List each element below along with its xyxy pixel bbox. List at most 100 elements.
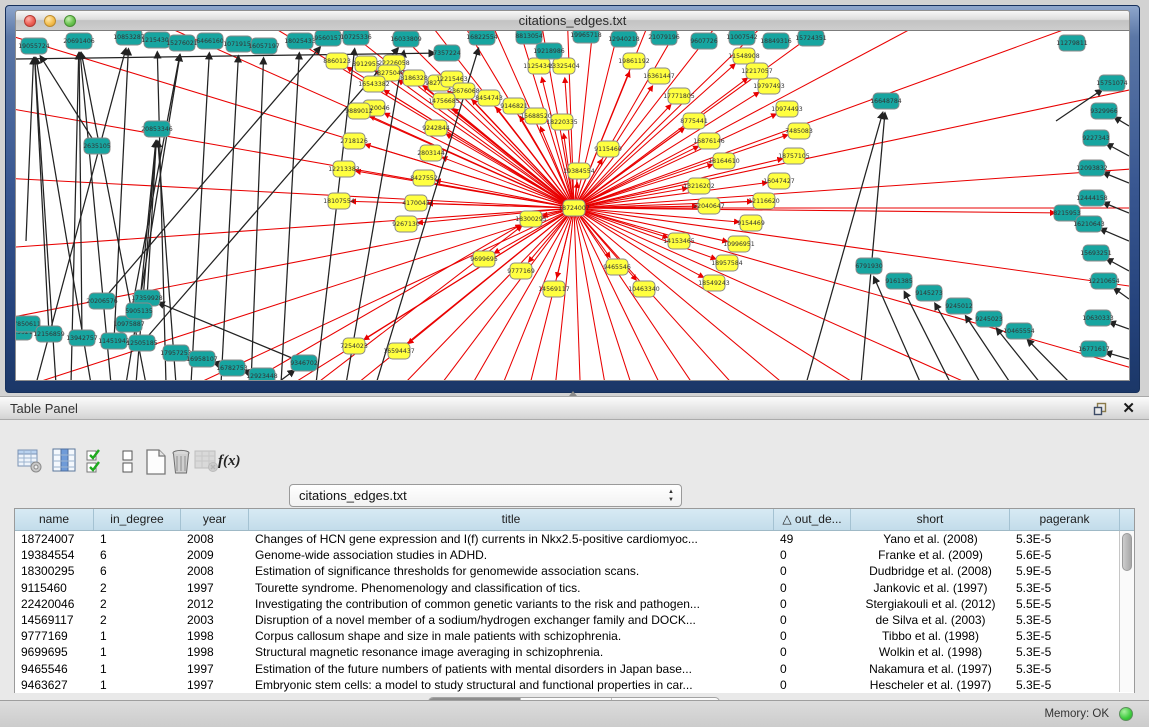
- graph-node[interactable]: 18164610: [708, 153, 740, 169]
- graph-node[interactable]: 9777169: [507, 263, 535, 279]
- column-header-name[interactable]: name: [15, 509, 94, 530]
- graph-node[interactable]: 16047427: [763, 173, 795, 189]
- graph-node[interactable]: 11007542: [726, 31, 758, 45]
- graph-node[interactable]: 11548908: [728, 48, 760, 64]
- graph-node[interactable]: 16361447: [643, 68, 675, 84]
- graph-node[interactable]: 20206576: [86, 293, 118, 309]
- graph-node[interactable]: 16057197: [248, 38, 280, 54]
- new-table-icon[interactable]: [144, 448, 168, 478]
- graph-node[interactable]: 16771617: [1078, 341, 1110, 357]
- graph-node[interactable]: 21079196: [648, 31, 680, 45]
- table-row[interactable]: 1938455462009Genome-wide association stu…: [15, 547, 1134, 563]
- graph-node[interactable]: 8454743: [475, 90, 503, 106]
- graph-node[interactable]: 9115460: [594, 141, 622, 157]
- graph-node[interactable]: 18220335: [546, 114, 578, 130]
- graph-node[interactable]: 9161385: [885, 273, 913, 289]
- graph-node[interactable]: 12940218: [608, 31, 640, 47]
- graph-node[interactable]: 18549243: [698, 275, 730, 291]
- graph-node[interactable]: 10853287: [113, 31, 145, 45]
- table-row[interactable]: 946554611997Estimation of the future num…: [15, 661, 1134, 677]
- graph-node[interactable]: 18957584: [711, 255, 743, 271]
- graph-node[interactable]: 8186328: [400, 70, 428, 86]
- graph-node[interactable]: 19055724: [18, 38, 50, 54]
- graph-node[interactable]: 15693251: [1080, 245, 1112, 261]
- graph-node[interactable]: 9346702: [290, 355, 318, 371]
- graph-node[interactable]: 2718126: [340, 133, 368, 149]
- graph-node[interactable]: 5905135: [125, 303, 153, 319]
- column-header-in_degree[interactable]: in_degree: [94, 509, 181, 530]
- graph-node[interactable]: 18757105: [778, 148, 810, 164]
- network-canvas[interactable]: 1872400788601238912955222260581827504816…: [15, 31, 1130, 381]
- graph-node[interactable]: 7357224: [433, 45, 461, 61]
- graph-node[interactable]: 18300295: [515, 211, 547, 227]
- graph-node[interactable]: 15724351: [795, 31, 827, 46]
- graph-node[interactable]: 6466160: [196, 33, 224, 49]
- graph-node[interactable]: 9607726: [690, 33, 718, 49]
- column-header-out_degree[interactable]: △ out_de...: [774, 509, 851, 530]
- graph-node[interactable]: 9245012: [945, 298, 973, 314]
- graph-node[interactable]: 7485083: [785, 123, 813, 139]
- graph-node[interactable]: 9267130: [392, 216, 420, 232]
- graph-node[interactable]: 9465546: [603, 259, 631, 275]
- graph-node[interactable]: 9146821: [500, 98, 528, 114]
- graph-node[interactable]: 12213383: [328, 161, 360, 177]
- graph-node[interactable]: 8813054: [515, 31, 543, 44]
- column-header-year[interactable]: year: [181, 509, 249, 530]
- graph-node[interactable]: 10465554: [1003, 323, 1035, 339]
- graph-node[interactable]: 9242844: [422, 120, 450, 136]
- graph-node[interactable]: 9245023: [975, 311, 1003, 327]
- graph-node[interactable]: 8427552: [410, 170, 438, 186]
- graph-node[interactable]: 9560157: [314, 31, 342, 46]
- column-header-short[interactable]: short: [851, 509, 1010, 530]
- graph-node[interactable]: 16648784: [870, 93, 902, 109]
- table-row[interactable]: 969969511998Structural magnetic resonanc…: [15, 644, 1134, 660]
- destroy-table-icon[interactable]: [194, 448, 220, 478]
- scrollbar-thumb[interactable]: [1122, 533, 1132, 571]
- close-icon[interactable]: ✕: [1122, 399, 1135, 417]
- graph-node[interactable]: 6791930: [855, 258, 883, 274]
- graph-node[interactable]: 19861192: [618, 53, 650, 69]
- graph-node[interactable]: 12116620: [748, 193, 780, 209]
- graph-node[interactable]: 9699695: [470, 251, 498, 267]
- graph-node[interactable]: 13325404: [548, 58, 580, 74]
- graph-node[interactable]: 10725336: [340, 31, 372, 45]
- graph-node[interactable]: 18107554: [323, 193, 355, 209]
- network-window-titlebar[interactable]: citations_edges.txt: [15, 10, 1130, 31]
- table-row[interactable]: 977716911998Corpus callosum shape and si…: [15, 628, 1134, 644]
- table-selector-dropdown[interactable]: citations_edges.txt ▲▼: [289, 484, 682, 507]
- graph-node[interactable]: 16033809: [390, 31, 422, 47]
- graph-node[interactable]: 12923448: [246, 368, 278, 381]
- graph-node[interactable]: 16210643: [1073, 216, 1105, 232]
- graph-node[interactable]: 16782753: [216, 360, 248, 376]
- graph-node[interactable]: 17771805: [663, 88, 695, 104]
- table-row[interactable]: 1456911722003Disruption of a novel membe…: [15, 612, 1134, 628]
- graph-node[interactable]: 11279811: [1056, 35, 1088, 51]
- graph-node[interactable]: 10974493: [771, 101, 803, 117]
- graph-node[interactable]: 12156859: [33, 326, 65, 342]
- table-row[interactable]: 2242004622012Investigating the contribut…: [15, 596, 1134, 612]
- table-row[interactable]: 1830029562008Estimation of significance …: [15, 563, 1134, 579]
- graph-node[interactable]: 16958107: [186, 351, 218, 367]
- graph-node[interactable]: 9145273: [915, 285, 943, 301]
- graph-node[interactable]: 18849316: [760, 33, 792, 49]
- float-window-icon[interactable]: [1093, 402, 1107, 416]
- graph-node[interactable]: 7254023: [340, 338, 368, 354]
- delete-rows-icon[interactable]: [169, 448, 193, 478]
- show-column-icon[interactable]: [52, 448, 78, 478]
- graph-node[interactable]: 9889012: [345, 103, 373, 119]
- graph-node[interactable]: 19384554: [563, 163, 595, 179]
- graph-node[interactable]: 19965718: [570, 31, 602, 43]
- graph-node[interactable]: 10996951: [723, 236, 755, 252]
- graph-node[interactable]: 12444158: [1076, 190, 1108, 206]
- graph-node[interactable]: 16594437: [383, 343, 415, 359]
- graph-node[interactable]: 9154469: [737, 215, 765, 231]
- graph-node[interactable]: 2635105: [83, 138, 111, 154]
- function-builder-icon[interactable]: f(x): [218, 453, 241, 483]
- table-vertical-scrollbar[interactable]: [1119, 531, 1134, 692]
- graph-node[interactable]: 20691406: [63, 33, 95, 49]
- graph-node[interactable]: 8860123: [323, 53, 351, 69]
- graph-node[interactable]: 20853346: [141, 121, 173, 137]
- graph-node[interactable]: 10630333: [1082, 310, 1114, 326]
- graph-node[interactable]: 19218986: [533, 43, 565, 59]
- table-settings-icon[interactable]: [17, 448, 43, 478]
